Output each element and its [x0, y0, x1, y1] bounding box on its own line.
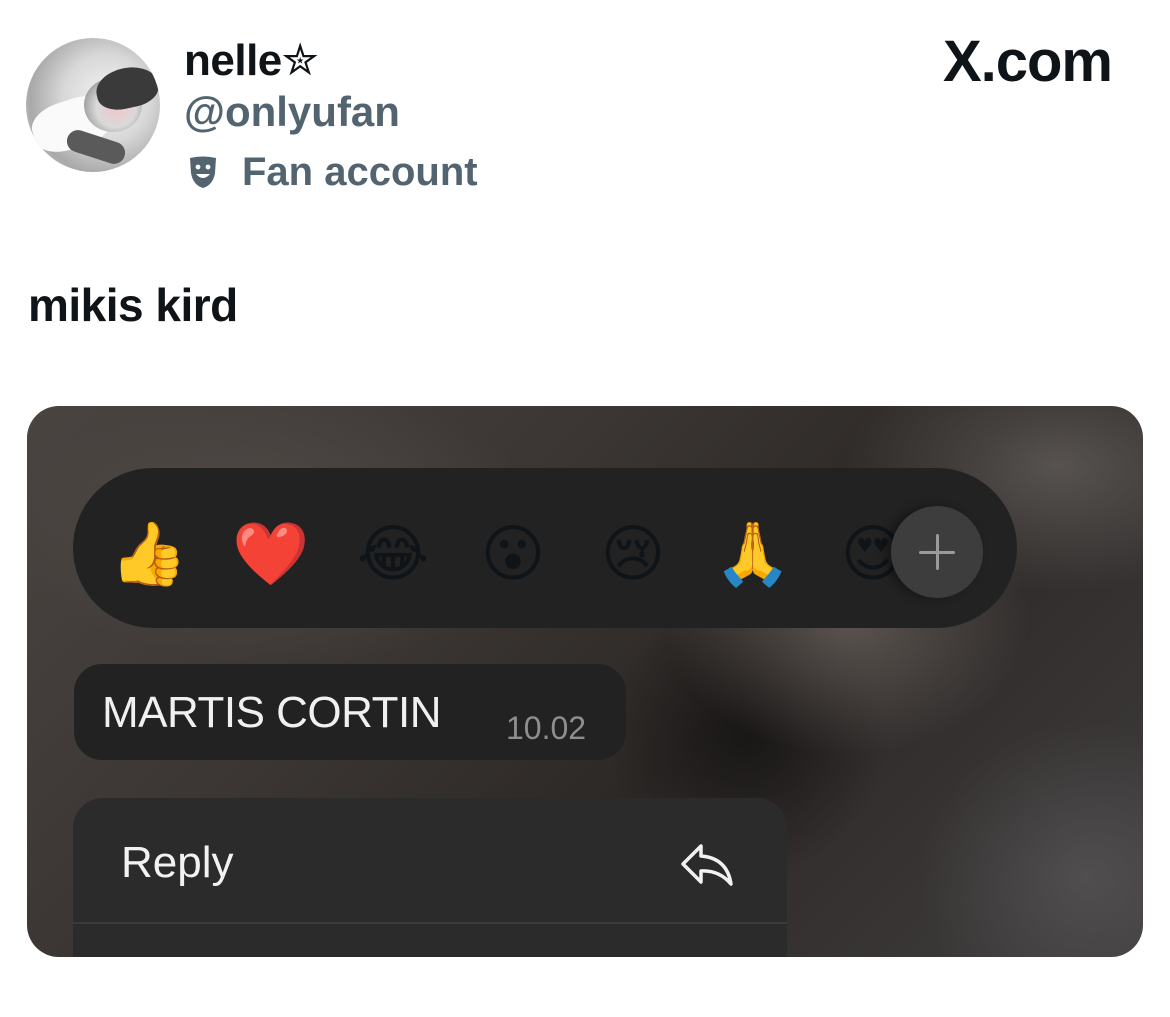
folded-hands-emoji[interactable]: 🙏	[713, 514, 793, 594]
theater-masks-icon	[190, 156, 216, 188]
post-media[interactable]: 👍 ❤️ 😂 😮 😢 🙏 😍 MARTIS CORTIN 10.02 Reply	[27, 406, 1143, 957]
surprised-face-emoji[interactable]: 😮	[473, 514, 553, 594]
add-reaction-button[interactable]	[891, 506, 983, 598]
message-bubble[interactable]: MARTIS CORTIN 10.02	[74, 664, 626, 760]
post-text: mikis kird	[28, 279, 238, 331]
context-menu: Reply	[73, 798, 787, 957]
thumbs-up-emoji[interactable]: 👍	[109, 514, 189, 594]
display-name[interactable]: nelle✮	[184, 36, 319, 86]
crying-face-emoji[interactable]: 😢	[593, 514, 673, 594]
brand-text: X.com	[942, 29, 1113, 94]
red-heart-emoji[interactable]: ❤️	[231, 514, 311, 594]
message-text: MARTIS CORTIN	[102, 688, 442, 737]
tears-of-joy-emoji[interactable]: 😂	[353, 514, 433, 594]
reply-label: Reply	[121, 838, 234, 887]
brand-watermark: X.com	[942, 29, 1113, 94]
user-handle[interactable]: @onlyufan	[184, 88, 400, 136]
reaction-bar: 👍 ❤️ 😂 😮 😢 🙏 😍	[73, 468, 1017, 628]
reply-menu-item[interactable]: Reply	[73, 798, 787, 924]
account-label: Fan account	[188, 148, 478, 196]
avatar[interactable]	[26, 38, 160, 172]
avatar-figure-hair	[92, 61, 160, 115]
message-timestamp: 10.02	[506, 710, 587, 746]
reply-arrow-icon	[681, 844, 733, 886]
account-label-text: Fan account	[242, 150, 478, 194]
